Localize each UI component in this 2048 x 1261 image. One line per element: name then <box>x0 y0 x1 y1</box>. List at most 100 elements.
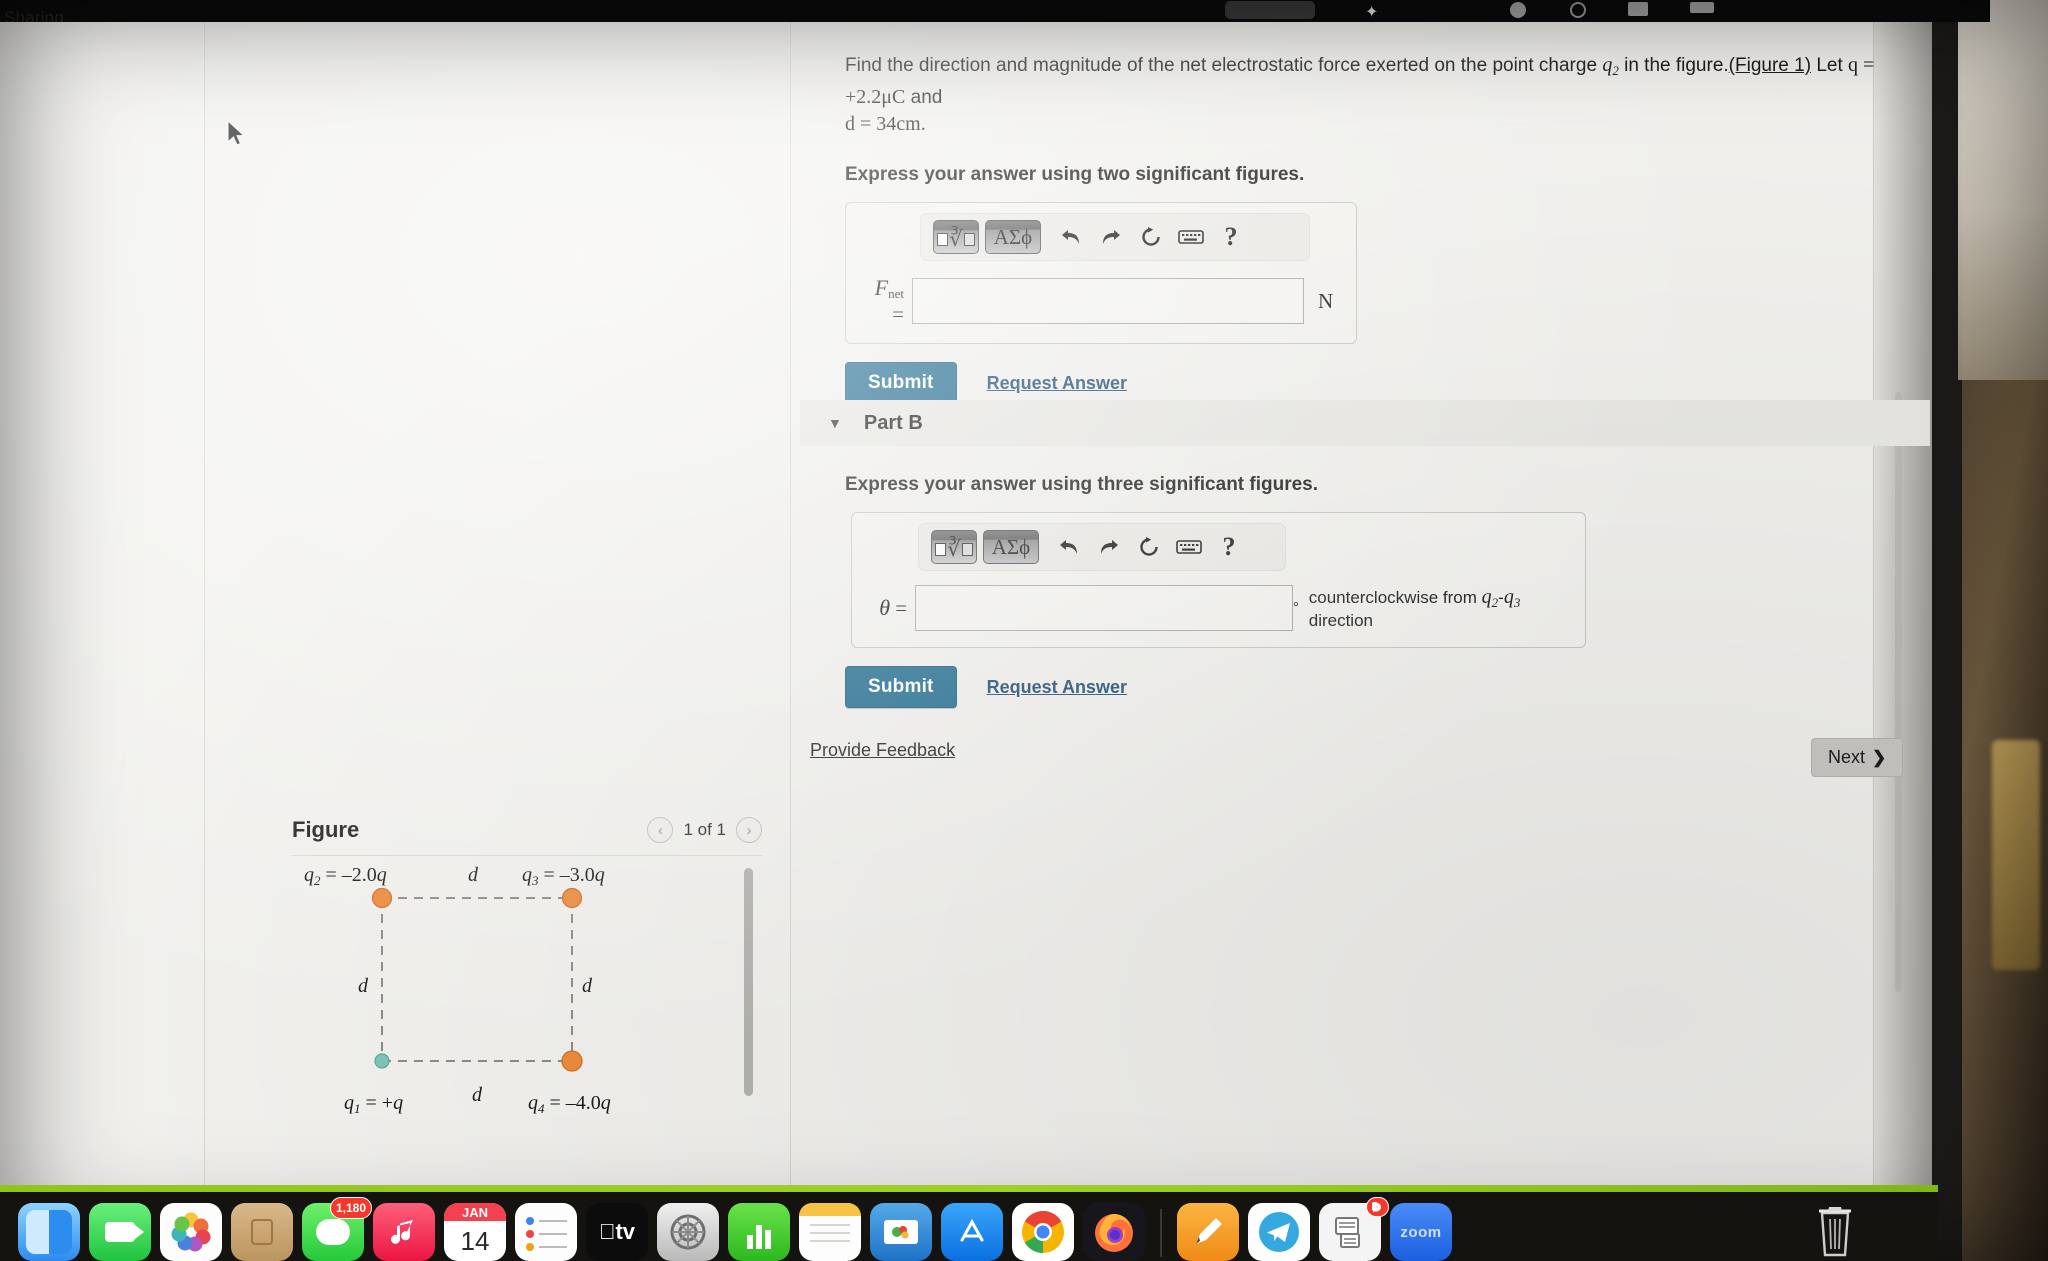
browser-page: Find the direction and magnitude of the … <box>0 22 1932 1192</box>
math-template-icon[interactable]: ∛ <box>933 220 979 254</box>
help-question-icon[interactable]: ? <box>1215 221 1247 253</box>
svg-text:q1 = +q: q1 = +q <box>344 1092 403 1116</box>
page-scrollbar[interactable] <box>1895 392 1902 992</box>
dock-separator <box>1160 1209 1162 1257</box>
contacts-icon[interactable] <box>231 1203 293 1261</box>
part-b-input-row: θ = ° counterclockwise from q2-q3 direct… <box>866 585 1571 631</box>
part-b-answer-box: ∛ ΑΣϕ ? θ = ° counterclockwise from q2-q… <box>851 512 1586 648</box>
part-a-answer-input[interactable] <box>912 278 1304 324</box>
notch-pill <box>1225 1 1315 19</box>
reset-circular-arrow-icon[interactable] <box>1133 531 1165 563</box>
goodnotes-icon[interactable] <box>1177 1203 1239 1261</box>
math-template-icon[interactable]: ∛ <box>931 530 977 564</box>
figure-next-button[interactable]: › <box>736 817 762 843</box>
figure-navigation: ‹ 1 of 1 › <box>647 817 762 843</box>
dock-items: 1,180 JAN 14 tv <box>18 1197 1452 1261</box>
figure-1-link[interactable]: (Figure 1) <box>1729 55 1811 76</box>
reset-circular-arrow-icon[interactable] <box>1135 221 1167 253</box>
figure-scrollbar[interactable] <box>744 868 753 1096</box>
svg-text:d: d <box>472 1084 483 1106</box>
part-b-title: Part B <box>863 411 923 434</box>
part-a-variable-label: Fnet = <box>860 275 912 327</box>
figure-panel: Figure ‹ 1 of 1 › q2 = –2.0q q3 = –3.0q … <box>292 817 762 1117</box>
apple-tv-icon[interactable]: tv <box>586 1203 648 1261</box>
theta-symbol: θ <box>879 595 891 620</box>
part-a-math-toolbar[interactable]: ∛ ΑΣϕ ? <box>920 213 1310 261</box>
undo-arrow-icon[interactable] <box>1053 531 1085 563</box>
system-settings-icon[interactable] <box>657 1203 719 1261</box>
part-a-button-row: Submit Request Answer <box>845 362 1885 404</box>
apple-tv-label: tv <box>607 1219 635 1244</box>
macos-dock[interactable]: 1,180 JAN 14 tv <box>0 1192 1938 1261</box>
next-button[interactable]: Next ❯ <box>1811 738 1904 777</box>
unit-note-q3: q <box>1503 585 1514 608</box>
reminders-icon[interactable] <box>515 1203 577 1261</box>
numbers-icon[interactable] <box>728 1203 790 1261</box>
notes-icon[interactable] <box>799 1203 861 1261</box>
help-question-icon[interactable]: ? <box>1213 531 1245 563</box>
part-a-request-answer-link[interactable]: Request Answer <box>987 373 1127 394</box>
telegram-icon[interactable] <box>1248 1203 1310 1261</box>
redo-arrow-icon[interactable] <box>1095 221 1127 253</box>
photos-icon[interactable] <box>160 1203 222 1261</box>
provide-feedback-link[interactable]: Provide Feedback <box>810 740 955 761</box>
laptop-screen-photo: Sharing ✦ Find the direction and magnitu… <box>0 0 2048 1261</box>
prompt-mid-text: in the figure. <box>1624 55 1729 76</box>
messages-icon[interactable]: 1,180 <box>302 1197 372 1261</box>
layout-divider-center <box>790 22 791 1192</box>
part-b-variable-label: θ = <box>866 595 915 621</box>
prompt-charge-symbol: q <box>1602 54 1613 76</box>
facetime-icon[interactable] <box>89 1203 151 1261</box>
firefox-icon[interactable] <box>1083 1203 1145 1261</box>
part-b-answer-input[interactable] <box>915 585 1294 631</box>
music-icon[interactable] <box>373 1203 435 1261</box>
figure-counter: 1 of 1 <box>683 820 726 839</box>
macos-menu-bar[interactable]: Sharing ✦ <box>0 0 1990 27</box>
figure-title: Figure <box>292 817 360 842</box>
calendar-icon[interactable]: JAN 14 <box>444 1203 506 1261</box>
redo-arrow-icon[interactable] <box>1093 531 1125 563</box>
keynote-icon[interactable] <box>870 1203 932 1261</box>
svg-text:q3 = –3.0q: q3 = –3.0q <box>522 864 605 888</box>
background-highlight <box>1992 740 2040 970</box>
prompt-and-text: and <box>910 87 943 108</box>
fnet-symbol: F <box>874 275 889 300</box>
undo-arrow-icon[interactable] <box>1055 221 1087 253</box>
unit-note-prefix: counterclockwise from <box>1308 587 1477 607</box>
battery-icon[interactable] <box>1628 2 1648 16</box>
part-a-unit-label: N <box>1318 288 1334 313</box>
zoom-label: zoom <box>1400 1223 1442 1241</box>
greek-symbols-button[interactable]: ΑΣϕ <box>985 220 1041 254</box>
part-b-request-answer-link[interactable]: Request Answer <box>987 677 1127 698</box>
part-b-button-row: Submit Request Answer <box>845 666 1885 708</box>
siri-icon[interactable] <box>1570 2 1586 18</box>
control-center-icon[interactable] <box>1510 2 1526 18</box>
trash-icon[interactable] <box>1804 1201 1866 1259</box>
fnet-equals: = <box>892 302 904 326</box>
part-b-header[interactable]: ▼ Part B <box>800 400 1930 446</box>
chevron-down-icon[interactable]: ▼ <box>828 415 842 431</box>
zoom-icon[interactable]: zoom <box>1390 1203 1452 1261</box>
part-b-unit-note: counterclockwise from q2-q3 direction <box>1309 586 1571 631</box>
unit-note-q3-sub: 3 <box>1513 594 1521 610</box>
part-b-math-toolbar[interactable]: ∛ ΑΣϕ ? <box>918 523 1286 571</box>
background-room-right-top <box>1958 0 2048 380</box>
part-b-instruction: Express your answer using three signific… <box>845 474 1319 495</box>
finder-icon[interactable] <box>18 1203 80 1261</box>
part-a-submit-button[interactable]: Submit <box>845 362 957 404</box>
part-b-submit-button[interactable]: Submit <box>845 666 957 708</box>
figure-prev-button[interactable]: ‹ <box>647 817 674 843</box>
svg-text:q4 = –4.0q: q4 = –4.0q <box>528 1092 611 1116</box>
greek-symbols-button[interactable]: ΑΣϕ <box>983 530 1039 564</box>
svg-text:q2 = –2.0q: q2 = –2.0q <box>304 864 387 888</box>
messenger-mail-icon[interactable] <box>1319 1197 1389 1261</box>
keyboard-icon[interactable] <box>1175 221 1207 253</box>
figure-header: Figure ‹ 1 of 1 › <box>292 817 762 843</box>
wifi-icon[interactable] <box>1690 2 1714 13</box>
app-store-icon[interactable] <box>941 1203 1003 1261</box>
degree-symbol: ° <box>1293 600 1299 615</box>
keyboard-icon[interactable] <box>1173 531 1205 563</box>
chrome-icon[interactable] <box>1012 1203 1074 1261</box>
chevron-right-icon: ❯ <box>1872 747 1887 767</box>
star-icon[interactable]: ✦ <box>1365 2 1378 22</box>
